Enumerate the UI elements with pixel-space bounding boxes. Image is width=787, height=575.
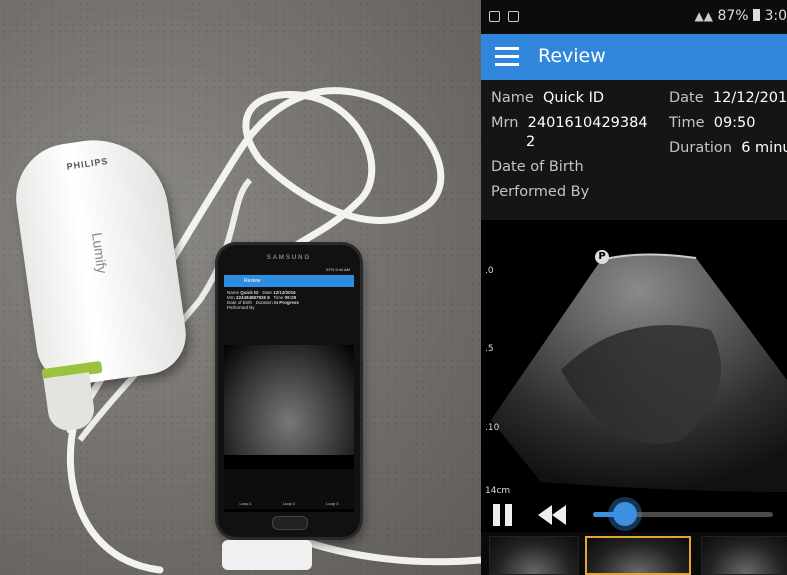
date-label: Date xyxy=(669,90,704,106)
thumbnail-loop-3[interactable] xyxy=(701,536,787,575)
probe-model: Lumify xyxy=(88,231,111,275)
page-title: Review xyxy=(538,45,606,67)
usb-connector xyxy=(222,540,312,570)
mrn-label: Mrn xyxy=(491,115,519,131)
slider-knob[interactable] xyxy=(613,502,638,526)
patient-info: Name Quick ID Date 12/12/201 Mrn 2401610… xyxy=(481,80,787,220)
status-bar: ▲▲ 87% 3:0 xyxy=(481,0,787,34)
depth-label-10: .10 xyxy=(485,423,500,433)
clock: 3:0 xyxy=(764,8,787,24)
mrn-value: 2401610429384 xyxy=(527,115,648,131)
hamburger-menu-icon[interactable] xyxy=(495,47,519,67)
mini-playback-controls xyxy=(224,455,354,469)
app-header: Review xyxy=(481,34,787,80)
mini-loop-2: Loop 2 xyxy=(282,501,296,506)
duration-value: 6 minu xyxy=(741,140,787,156)
time-value: 09:50 xyxy=(713,115,756,131)
mini-thumbnails: Loop 1 Loop 2 Loop 3 xyxy=(224,469,354,509)
mini-duration-label: Duration xyxy=(255,300,273,305)
thumbnail-loop-2[interactable] xyxy=(585,536,691,575)
probe-brand: PHILIPS xyxy=(65,155,109,172)
app-screen: ▲▲ 87% 3:0 Review Name Quick ID Date 12/… xyxy=(481,0,787,575)
name-value: Quick ID xyxy=(543,90,605,106)
signal-icon: ▲▲ xyxy=(694,9,713,23)
battery-percent: 87% xyxy=(717,8,749,24)
phone-home-button xyxy=(272,516,308,530)
mini-duration-value: In Progress xyxy=(274,300,299,305)
phone-maker: SAMSUNG xyxy=(266,255,312,261)
thumbnail-loop-1[interactable] xyxy=(489,536,579,575)
dob-label: Date of Birth xyxy=(491,159,584,175)
mini-patient-info: Name Quick ID Date 12/13/2016 Mrn 224494… xyxy=(224,287,354,345)
duration-label: Duration xyxy=(669,140,732,156)
ultrasound-image xyxy=(491,253,787,492)
mini-loop-1: Loop 1 xyxy=(239,501,252,506)
performed-by-label: Performed By xyxy=(491,184,590,200)
rewind-icon[interactable] xyxy=(538,505,568,525)
phone: SAMSUNG 67% 9:44 AM Review Name Quick ID… xyxy=(218,245,360,537)
depth-label-0: .0 xyxy=(485,266,494,276)
pause-icon[interactable] xyxy=(493,504,515,526)
notification-icon-2 xyxy=(508,10,519,22)
loop-thumbnails xyxy=(481,532,787,575)
orientation-marker: P xyxy=(595,250,609,264)
playback-slider[interactable] xyxy=(593,502,773,526)
playback-controls xyxy=(481,492,787,532)
battery-icon xyxy=(753,9,761,21)
mini-ultrasound-image xyxy=(224,345,354,455)
mini-header: Review xyxy=(224,275,354,287)
depth-label-5: .5 xyxy=(485,344,494,354)
phone-screen: 67% 9:44 AM Review Name Quick ID Date 12… xyxy=(224,267,354,512)
time-label: Time xyxy=(669,115,705,131)
date-value: 12/12/201 xyxy=(712,90,787,106)
ultrasound-image-area[interactable]: P .0 .5 .10 14cm xyxy=(481,220,787,530)
name-label: Name xyxy=(491,90,534,106)
mini-status-bar: 67% 9:44 AM xyxy=(224,267,354,275)
mini-performed-label: Performed By xyxy=(227,305,255,310)
mrn-value-continued: 2 xyxy=(526,134,536,150)
product-photo: PHILIPS Lumify SAMSUNG 67% 9:44 AM Revie… xyxy=(0,0,481,575)
notification-icon xyxy=(489,10,500,22)
mini-loop-3: Loop 3 xyxy=(326,501,339,506)
